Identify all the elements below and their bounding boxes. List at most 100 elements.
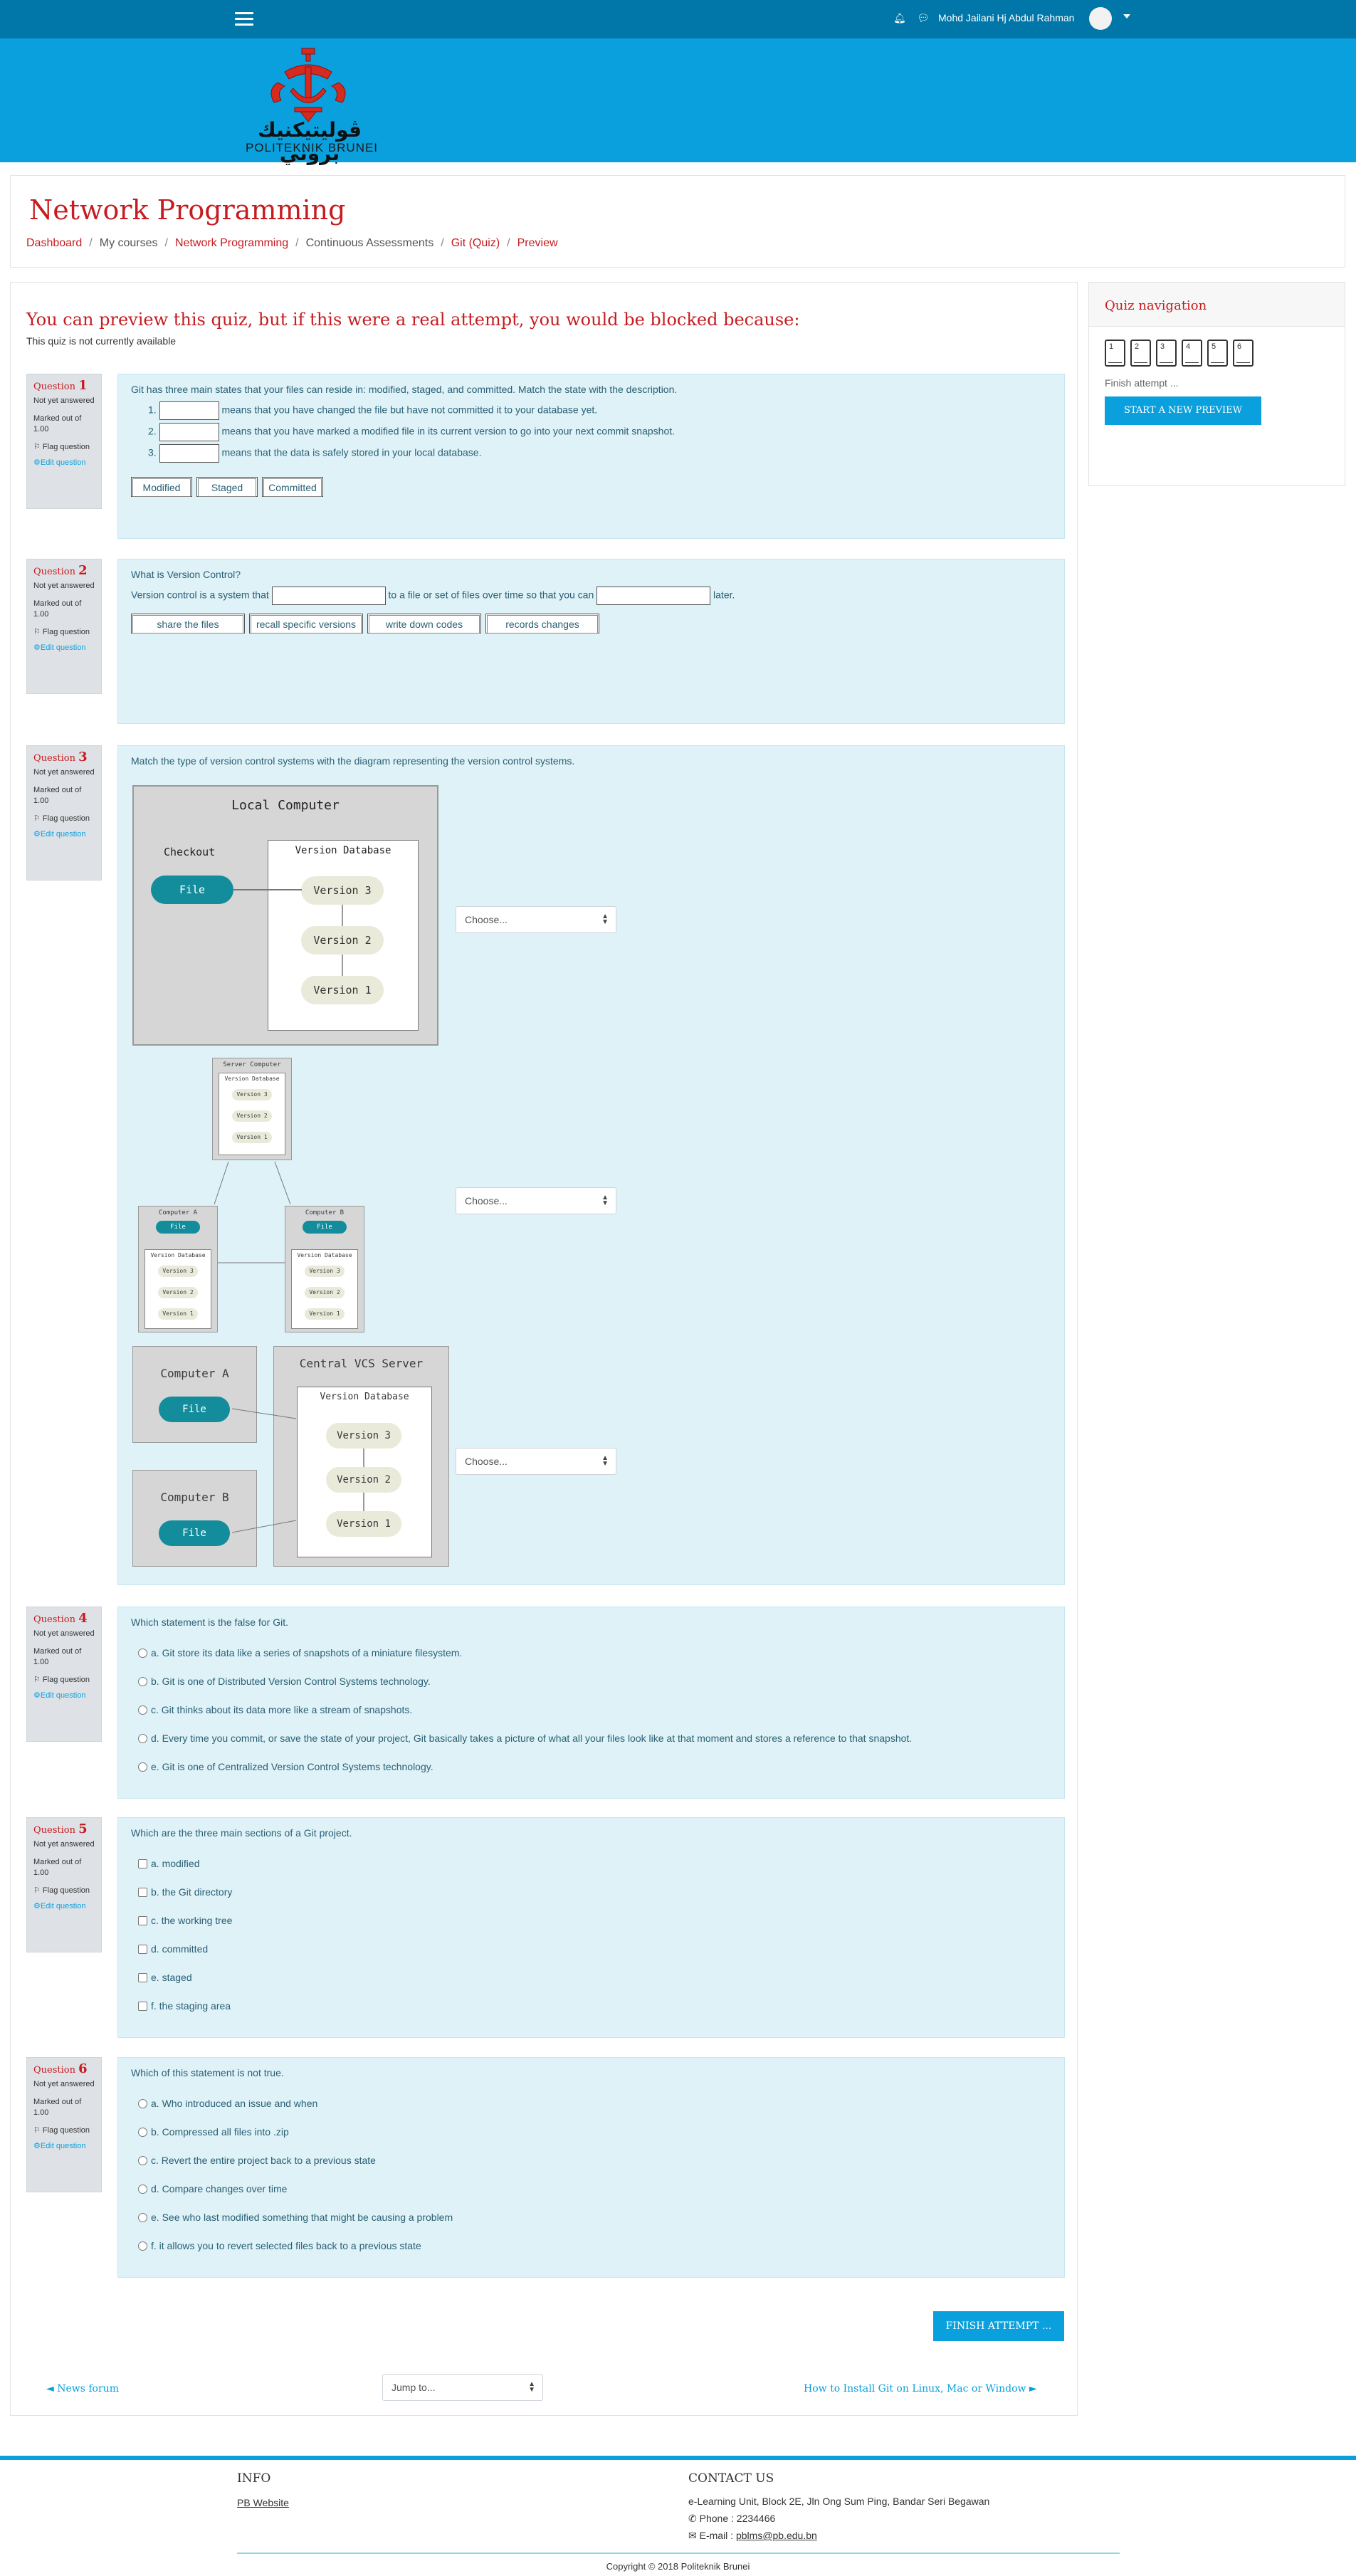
footer-divider xyxy=(237,2553,1120,2554)
diagram-answer-select[interactable]: Choose... ▲ ▼ xyxy=(456,1448,616,1475)
answer-option[interactable]: e. staged xyxy=(138,1972,192,1983)
question-info-2: Question 2 Not yet answered Marked out o… xyxy=(26,559,102,694)
drag-choice[interactable]: Staged xyxy=(196,477,258,497)
answer-option[interactable]: d. Compare changes over time xyxy=(138,2183,287,2194)
answer-option[interactable]: a. Who introduced an issue and when xyxy=(138,2098,317,2109)
quiz-nav-question-button[interactable]: 6 xyxy=(1233,340,1253,367)
breadcrumb-quiz[interactable]: Git (Quiz) xyxy=(451,237,500,249)
checkbox[interactable] xyxy=(138,2002,147,2011)
answer-option[interactable]: d. Every time you commit, or save the st… xyxy=(138,1733,912,1744)
flag-question[interactable]: ⚐ Flag question xyxy=(33,814,95,824)
next-activity-link[interactable]: How to Install Git on Linux, Mac or Wind… xyxy=(804,2383,1037,2394)
radio-button[interactable] xyxy=(138,2213,147,2222)
checkout-label: Checkout xyxy=(164,846,216,858)
diagram-answer-select[interactable]: Choose... ▲ ▼ xyxy=(456,1187,616,1214)
user-name[interactable]: Mohd Jailani Hj Abdul Rahman xyxy=(938,12,1074,23)
edit-question-link[interactable]: ⚙Edit question xyxy=(33,829,95,840)
drop-zone[interactable] xyxy=(159,444,219,463)
menu-icon[interactable] xyxy=(235,12,253,26)
start-new-preview-button[interactable]: START A NEW PREVIEW xyxy=(1105,396,1261,425)
edit-question-link[interactable]: ⚙Edit question xyxy=(33,458,95,468)
question-status: Not yet answered xyxy=(33,1629,95,1638)
answer-option[interactable]: a. modified xyxy=(138,1858,199,1869)
answer-option[interactable]: c. Revert the entire project back to a p… xyxy=(138,2155,376,2166)
diagram-answer-select[interactable]: Choose... ▲ ▼ xyxy=(456,906,616,933)
radio-button[interactable] xyxy=(138,2241,147,2251)
flag-question[interactable]: ⚐ Flag question xyxy=(33,1675,95,1686)
answer-option[interactable]: a. Git store its data like a series of s… xyxy=(138,1647,462,1658)
edit-question-link[interactable]: ⚙Edit question xyxy=(33,1691,95,1701)
drop-zone[interactable] xyxy=(159,401,219,420)
flag-question[interactable]: ⚐ Flag question xyxy=(33,1886,95,1896)
drop-zone[interactable] xyxy=(159,423,219,441)
checkbox[interactable] xyxy=(138,1973,147,1982)
edit-question-link[interactable]: ⚙Edit question xyxy=(33,643,95,653)
drag-choice[interactable]: Committed xyxy=(262,477,323,497)
question-status: Not yet answered xyxy=(33,1840,95,1849)
quiz-nav-question-button[interactable]: 5 xyxy=(1207,340,1228,367)
radio-button[interactable] xyxy=(138,2185,147,2194)
question-info-6: Question 6 Not yet answered Marked out o… xyxy=(26,2057,102,2192)
jump-to-select[interactable]: Jump to... ▲ ▼ xyxy=(382,2374,543,2401)
breadcrumb-preview[interactable]: Preview xyxy=(517,237,558,249)
radio-button[interactable] xyxy=(138,2128,147,2137)
radio-button[interactable] xyxy=(138,2099,147,2108)
flag-question[interactable]: ⚐ Flag question xyxy=(33,627,95,638)
quiz-nav-question-button[interactable]: 2 xyxy=(1130,340,1151,367)
avatar[interactable] xyxy=(1089,7,1112,30)
radio-button[interactable] xyxy=(138,1734,147,1743)
answer-option[interactable]: e. Git is one of Centralized Version Con… xyxy=(138,1761,433,1772)
drag-choice[interactable]: write down codes xyxy=(367,614,481,634)
drop-zone[interactable] xyxy=(271,587,386,605)
drag-choice[interactable]: recall specific versions xyxy=(249,614,363,634)
edit-question-link[interactable]: ⚙Edit question xyxy=(33,2141,95,2152)
drag-choice[interactable]: Modified xyxy=(131,477,192,497)
checkbox[interactable] xyxy=(138,1888,147,1897)
answer-option[interactable]: b. Git is one of Distributed Version Con… xyxy=(138,1676,431,1687)
question-info-4: Question 4 Not yet answered Marked out o… xyxy=(26,1607,102,1742)
user-menu-caret-icon[interactable] xyxy=(1123,14,1130,19)
radio-button[interactable] xyxy=(138,1649,147,1658)
question-marks: Marked out of 1.00 xyxy=(33,1647,82,1666)
answer-option[interactable]: f. the staging area xyxy=(138,2000,231,2012)
chat-icon[interactable]: 💬︎ xyxy=(917,12,930,24)
diagram-distributed-vcs: Server Computer Version Database Version… xyxy=(132,1058,367,1332)
flag-question[interactable]: ⚐ Flag question xyxy=(33,442,95,453)
answer-option[interactable]: b. Compressed all files into .zip xyxy=(138,2126,289,2138)
breadcrumb-course[interactable]: Network Programming xyxy=(175,237,288,249)
prev-activity-link[interactable]: ◄ News forum xyxy=(46,2383,119,2394)
quiz-nav-question-button[interactable]: 4 xyxy=(1182,340,1202,367)
finish-attempt-button[interactable]: FINISH ATTEMPT ... xyxy=(933,2311,1064,2341)
answer-option[interactable]: c. the working tree xyxy=(138,1915,232,1926)
finish-attempt-link[interactable]: Finish attempt ... xyxy=(1105,377,1178,389)
envelope-icon: ✉ xyxy=(688,2530,700,2541)
drop-zone[interactable] xyxy=(596,587,711,605)
pb-website-link[interactable]: PB Website xyxy=(237,2497,289,2508)
bell-icon[interactable]: 🔔︎ xyxy=(893,12,906,24)
answer-option[interactable]: f. it allows you to revert selected file… xyxy=(138,2240,421,2251)
email-link[interactable]: pblms@pb.edu.bn xyxy=(736,2530,817,2541)
quiz-nav-question-button[interactable]: 1 xyxy=(1105,340,1125,367)
question-text: Match the type of version control system… xyxy=(131,755,575,767)
radio-button[interactable] xyxy=(138,2156,147,2165)
answer-option[interactable]: c. Git thinks about its data more like a… xyxy=(138,1704,412,1715)
question-text: What is Version Control? xyxy=(131,569,241,580)
radio-button[interactable] xyxy=(138,1762,147,1772)
site-logo[interactable]: ڤوليتيكنيك بروني POLITEKNIK BRUNEI xyxy=(235,47,384,165)
radio-button[interactable] xyxy=(138,1705,147,1715)
phone-icon: ✆ xyxy=(688,2513,700,2524)
checkbox[interactable] xyxy=(138,1859,147,1868)
checkbox[interactable] xyxy=(138,1945,147,1954)
checkbox[interactable] xyxy=(138,1916,147,1925)
answer-option[interactable]: d. committed xyxy=(138,1943,208,1955)
breadcrumb-dashboard[interactable]: Dashboard xyxy=(26,237,82,249)
radio-button[interactable] xyxy=(138,1677,147,1686)
quiz-nav-question-button[interactable]: 3 xyxy=(1156,340,1177,367)
question-status: Not yet answered xyxy=(33,2080,95,2088)
answer-option[interactable]: b. the Git directory xyxy=(138,1886,232,1898)
flag-question[interactable]: ⚐ Flag question xyxy=(33,2125,95,2136)
answer-option[interactable]: e. See who last modified something that … xyxy=(138,2212,453,2223)
drag-choice[interactable]: records changes xyxy=(485,614,599,634)
edit-question-link[interactable]: ⚙Edit question xyxy=(33,1901,95,1912)
drag-choice[interactable]: share the files xyxy=(131,614,245,634)
